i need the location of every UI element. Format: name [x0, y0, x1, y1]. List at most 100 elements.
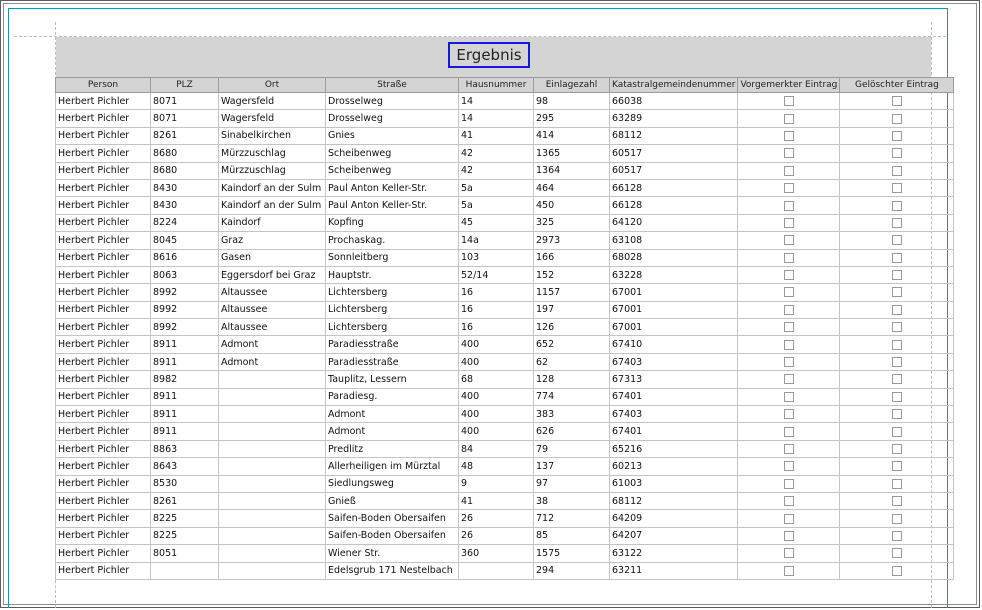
vorgemerkt-checkbox[interactable]: [783, 339, 794, 350]
geloescht-checkbox[interactable]: [891, 130, 902, 141]
geloescht-checkbox[interactable]: [891, 165, 902, 176]
vorgemerkt-checkbox[interactable]: [783, 183, 794, 194]
table-row[interactable]: Herbert Pichler 8911 Admont Paradiesstraße 4…: [55, 352, 955, 372]
vorgemerkt-checkbox[interactable]: [783, 270, 794, 281]
vorgemerkt-checkbox[interactable]: [783, 461, 794, 472]
vorgemerkt-checkbox[interactable]: [783, 565, 794, 576]
table-row[interactable]: Herbert Pichler 8680 Mürzzuschlag Scheibenw…: [55, 144, 955, 163]
vorgemerkt-checkbox[interactable]: [783, 148, 794, 159]
vorgemerkt-checkbox[interactable]: [783, 322, 794, 333]
column-header-person[interactable]: Person: [55, 77, 151, 93]
vorgemerkt-checkbox[interactable]: [783, 113, 794, 124]
table-row[interactable]: Herbert Pichler 8071 Wagersfeld Drosselweg 1…: [55, 109, 955, 128]
vorgemerkt-checkbox[interactable]: [783, 409, 794, 420]
table-row[interactable]: Herbert Pichler 8911 Admont Paradiesstraße 4…: [55, 335, 955, 354]
vorgemerkt-checkbox[interactable]: [783, 548, 794, 559]
geloescht-checkbox[interactable]: [891, 96, 902, 107]
geloescht-checkbox[interactable]: [891, 426, 902, 437]
geloescht-checkbox[interactable]: [891, 339, 902, 350]
geloescht-checkbox[interactable]: [891, 183, 902, 194]
table-row[interactable]: Herbert Pichler 8680 Mürzzuschlag Scheibenw…: [55, 161, 955, 180]
table-row[interactable]: Herbert Pichler 8225 Saifen-Boden Obersaif…: [55, 509, 955, 528]
column-header-hausnummer[interactable]: Hausnummer: [458, 77, 534, 93]
geloescht-checkbox[interactable]: [891, 252, 902, 263]
geloescht-checkbox[interactable]: [891, 461, 902, 472]
column-header-ort[interactable]: Ort: [218, 77, 326, 93]
geloescht-checkbox[interactable]: [891, 113, 902, 124]
vorgemerkt-checkbox[interactable]: [783, 374, 794, 385]
report-title[interactable]: Ergebnis: [448, 42, 530, 68]
table-row[interactable]: Herbert Pichler 8863 Predlitz 84 79 65216: [55, 439, 955, 459]
table-row[interactable]: Herbert Pichler 8911 Admont 400 626 67401: [55, 422, 955, 441]
table-row[interactable]: Herbert Pichler 8071 Wagersfeld Drosselweg 1…: [55, 91, 955, 111]
table-row[interactable]: Herbert Pichler 8992 Altaussee Lichtersberg…: [55, 283, 955, 302]
column-header-vorgemerkter-eintrag[interactable]: Vorgemerkter Eintrag: [737, 77, 841, 93]
geloescht-checkbox[interactable]: [891, 548, 902, 559]
vorgemerkt-checkbox[interactable]: [783, 235, 794, 246]
geloescht-checkbox[interactable]: [891, 530, 902, 541]
vorgemerkt-checkbox[interactable]: [783, 530, 794, 541]
geloescht-checkbox[interactable]: [891, 322, 902, 333]
cell-person: Herbert Pichler: [55, 405, 151, 424]
vorgemerkt-checkbox[interactable]: [783, 287, 794, 298]
column-header-geloeschter-eintrag[interactable]: Gelöschter Eintrag: [839, 77, 955, 93]
table-row[interactable]: Herbert Pichler 8430 Kaindorf an der Sulm P…: [55, 196, 955, 215]
cell-plz: 8430: [150, 196, 219, 215]
geloescht-checkbox[interactable]: [891, 513, 902, 524]
geloescht-checkbox[interactable]: [891, 304, 902, 315]
geloescht-checkbox[interactable]: [891, 409, 902, 420]
table-row[interactable]: Herbert Pichler 8911 Admont 400 383 67403: [55, 405, 955, 424]
vorgemerkt-checkbox[interactable]: [783, 391, 794, 402]
vorgemerkt-checkbox[interactable]: [783, 130, 794, 141]
vorgemerkt-checkbox[interactable]: [783, 200, 794, 211]
table-row[interactable]: Herbert Pichler 8063 Eggersdorf bei Graz Ha…: [55, 265, 955, 285]
table-row[interactable]: Herbert Pichler 8261 Sinabelkirchen Gnies 41…: [55, 126, 955, 146]
vorgemerkt-checkbox[interactable]: [783, 252, 794, 263]
table-row[interactable]: Herbert Pichler 8224 Kaindorf Kopfing 45 325 6…: [55, 213, 955, 233]
table-row[interactable]: Herbert Pichler 8982 Tauplitz, Lessern 68 12…: [55, 370, 955, 389]
table-row[interactable]: Herbert Pichler 8616 Gasen Sonnleitberg 103 1…: [55, 248, 955, 267]
table-row[interactable]: Herbert Pichler 8911 Paradiesg. 400 774 67401: [55, 387, 955, 407]
vorgemerkt-checkbox[interactable]: [783, 513, 794, 524]
geloescht-checkbox[interactable]: [891, 287, 902, 298]
table-row[interactable]: Herbert Pichler 8261 Gnieß 41 38 68112: [55, 491, 955, 511]
table-row[interactable]: Herbert Pichler 8992 Altaussee Lichtersberg…: [55, 318, 955, 337]
table-row[interactable]: Herbert Pichler 8992 Altaussee Lichtersberg…: [55, 300, 955, 320]
table-row[interactable]: Herbert Pichler Edelsgrub 171 Nestelbach 2…: [55, 561, 955, 580]
geloescht-checkbox[interactable]: [891, 200, 902, 211]
geloescht-checkbox[interactable]: [891, 496, 902, 507]
table-row[interactable]: Herbert Pichler 8643 Allerheiligen im Mürz…: [55, 457, 955, 476]
vorgemerkt-checkbox[interactable]: [783, 165, 794, 176]
vorgemerkt-checkbox[interactable]: [783, 304, 794, 315]
cell-katastralgemeindenummer: 60517: [608, 144, 739, 163]
column-header-strasse[interactable]: Straße: [325, 77, 459, 93]
column-header-plz[interactable]: PLZ: [150, 77, 219, 93]
geloescht-checkbox[interactable]: [891, 217, 902, 228]
geloescht-checkbox[interactable]: [891, 478, 902, 489]
vorgemerkt-checkbox[interactable]: [783, 478, 794, 489]
vorgemerkt-checkbox[interactable]: [783, 496, 794, 507]
table-row[interactable]: Herbert Pichler 8530 Siedlungsweg 9 97 61003: [55, 474, 955, 493]
vorgemerkt-checkbox[interactable]: [783, 444, 794, 454]
geloescht-checkbox[interactable]: [891, 357, 902, 368]
cell-ort: [218, 561, 326, 580]
table-row[interactable]: Herbert Pichler 8045 Graz Prochaskag. 14a 297…: [55, 231, 955, 250]
table-row[interactable]: Herbert Pichler 8430 Kaindorf an der Sulm P…: [55, 178, 955, 198]
geloescht-checkbox[interactable]: [891, 148, 902, 159]
table-row[interactable]: Herbert Pichler 8051 Wiener Str. 360 1575 631…: [55, 544, 955, 563]
vorgemerkt-checkbox[interactable]: [783, 217, 794, 228]
geloescht-checkbox[interactable]: [891, 235, 902, 246]
vorgemerkt-checkbox[interactable]: [783, 426, 794, 437]
cell-einlagezahl: 98: [533, 91, 610, 111]
geloescht-checkbox[interactable]: [891, 565, 902, 576]
cell-katastralgemeindenummer: 65216: [608, 439, 739, 459]
column-header-katastralgemeindenummer[interactable]: Katastralgemeindenummer: [608, 77, 739, 93]
vorgemerkt-checkbox[interactable]: [783, 357, 794, 368]
vorgemerkt-checkbox[interactable]: [783, 96, 794, 107]
geloescht-checkbox[interactable]: [891, 444, 902, 454]
geloescht-checkbox[interactable]: [891, 391, 902, 402]
geloescht-checkbox[interactable]: [891, 374, 902, 385]
column-header-einlagezahl[interactable]: Einlagezahl: [533, 77, 610, 93]
geloescht-checkbox[interactable]: [891, 270, 902, 281]
table-row[interactable]: Herbert Pichler 8225 Saifen-Boden Obersaif…: [55, 526, 955, 546]
